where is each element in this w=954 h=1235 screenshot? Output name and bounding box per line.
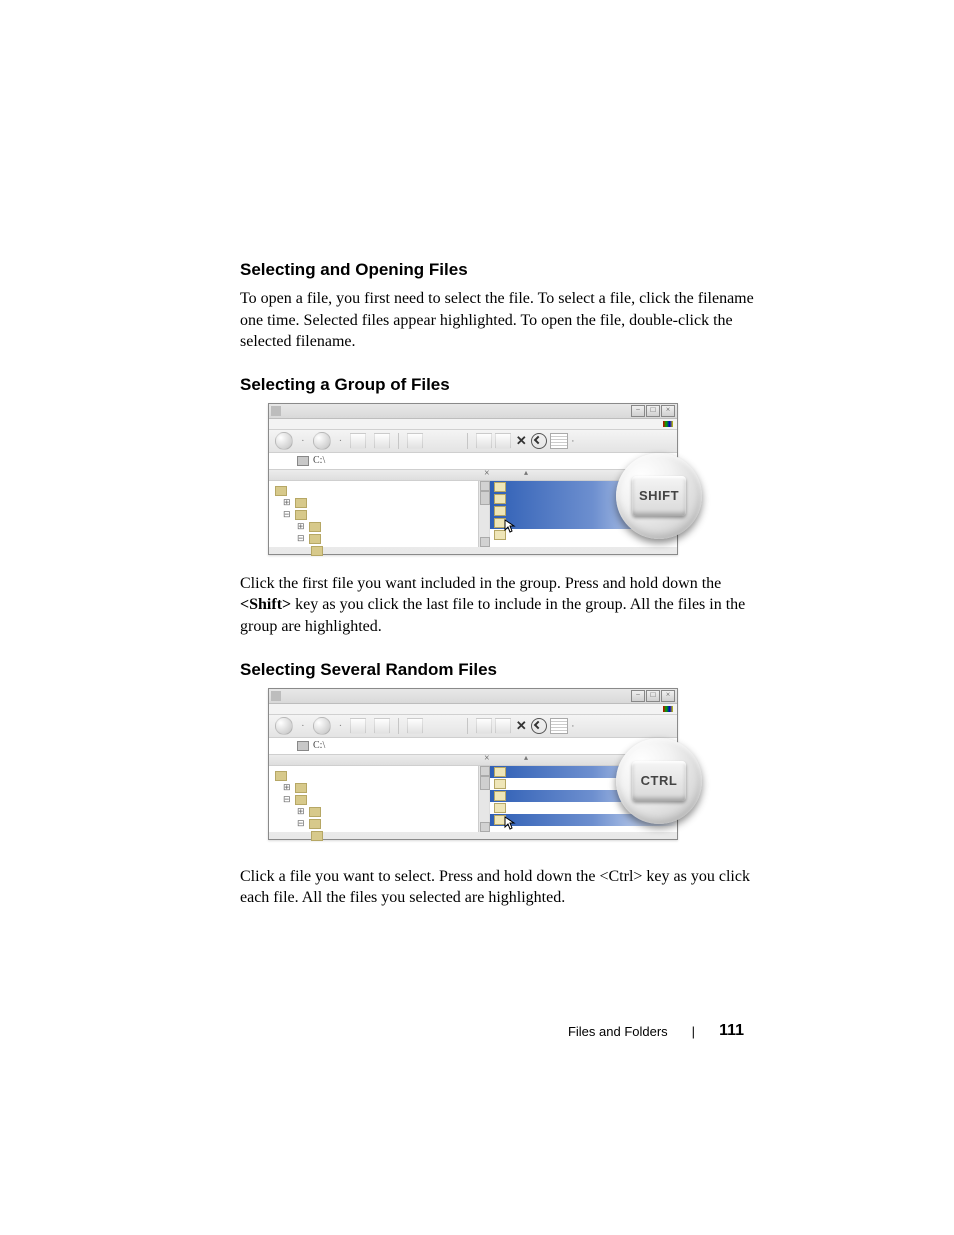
undo-icon[interactable] (531, 718, 547, 734)
explorer-titlebar: − □ × (269, 689, 677, 704)
move-icon[interactable] (495, 433, 511, 449)
folder-icon (494, 779, 506, 789)
delete-icon[interactable]: ✕ (514, 433, 528, 449)
views-icon[interactable] (550, 433, 568, 449)
folder-icon (309, 807, 321, 817)
minimize-icon[interactable]: − (631, 690, 645, 702)
mycomputer-icon (295, 498, 307, 508)
search-icon[interactable] (374, 718, 390, 734)
search-icon[interactable] (374, 433, 390, 449)
explorer-titlebar: − □ × (269, 404, 677, 419)
explorer-addressbar[interactable]: C:\ (269, 453, 677, 470)
move-icon[interactable] (495, 718, 511, 734)
explorer-toolbar: · · ✕ · (269, 715, 677, 738)
close-icon[interactable]: × (661, 405, 675, 417)
text-span: key as you click the last file to includ… (240, 596, 745, 635)
footer-section-title: Files and Folders (568, 1024, 668, 1039)
maximize-icon[interactable]: □ (646, 690, 660, 702)
ctrl-key-callout: CTRL (616, 738, 702, 824)
window-icon (271, 406, 281, 416)
explorer-menubar (269, 419, 677, 430)
drive-tree-icon (295, 510, 307, 520)
drive-icon (297, 741, 309, 751)
mycomputer-icon (295, 783, 307, 793)
explorer-splitter (269, 755, 677, 766)
shift-key-text: <Shift> (240, 596, 291, 613)
undo-icon[interactable] (531, 433, 547, 449)
folder-icon (311, 546, 323, 556)
heading-selecting-group: Selecting a Group of Files (240, 375, 754, 395)
folder-icon (309, 522, 321, 532)
copy-icon[interactable] (476, 433, 492, 449)
shift-key-callout: SHIFT (616, 453, 702, 539)
explorer-window: − □ × · · ✕ (268, 688, 678, 840)
folder-icon (494, 791, 506, 801)
toolbar-action-group: ✕ · (476, 718, 574, 734)
window-controls: − □ × (631, 405, 675, 417)
window-icon (271, 691, 281, 701)
explorer-window: − □ × · · ✕ (268, 403, 678, 555)
folder-icon (311, 831, 323, 841)
folder-icon (494, 803, 506, 813)
explorer-toolbar: · · ✕ · (269, 430, 677, 453)
folder-tree[interactable]: ⊞ ⊟ ⊞ ⊟ (269, 766, 490, 832)
folder-icon (494, 506, 506, 516)
paragraph-ctrl-select: Click a file you want to select. Press a… (240, 866, 754, 909)
heading-selecting-opening: Selecting and Opening Files (240, 260, 754, 280)
footer-divider: | (692, 1024, 695, 1039)
drive-tree-icon (295, 795, 307, 805)
cursor-icon (504, 519, 516, 533)
folder-icon (309, 534, 321, 544)
up-folder-icon[interactable] (350, 433, 366, 449)
figure-shift-selection: − □ × · · ✕ (268, 403, 688, 563)
shift-key-label: SHIFT (632, 476, 686, 516)
address-text: C:\ (313, 740, 325, 751)
heading-selecting-random: Selecting Several Random Files (240, 660, 754, 680)
delete-icon[interactable]: ✕ (514, 718, 528, 734)
folder-icon (309, 819, 321, 829)
document-page: Selecting and Opening Files To open a fi… (0, 0, 954, 1235)
paragraph-opening-files: To open a file, you first need to select… (240, 288, 754, 353)
copy-icon[interactable] (476, 718, 492, 734)
explorer-splitter (269, 470, 677, 481)
folders-icon[interactable] (407, 718, 423, 734)
footer-page-number: 111 (719, 1022, 744, 1040)
up-folder-icon[interactable] (350, 718, 366, 734)
forward-button-icon[interactable] (313, 717, 331, 735)
desktop-icon (275, 771, 287, 781)
text-span: Click the first file you want included i… (240, 575, 721, 592)
figure-ctrl-selection: − □ × · · ✕ (268, 688, 688, 848)
tree-scrollbar[interactable] (478, 481, 489, 547)
back-button-icon[interactable] (275, 432, 293, 450)
window-controls: − □ × (631, 690, 675, 702)
close-icon[interactable]: × (661, 690, 675, 702)
back-button-icon[interactable] (275, 717, 293, 735)
cursor-icon (504, 816, 516, 830)
desktop-icon (275, 486, 287, 496)
address-text: C:\ (313, 455, 325, 466)
folder-icon (494, 767, 506, 777)
folder-tree[interactable]: ⊞ ⊟ ⊞ ⊟ (269, 481, 490, 547)
page-footer: Files and Folders | 111 (0, 1022, 954, 1040)
folders-icon[interactable] (407, 433, 423, 449)
drive-icon (297, 456, 309, 466)
paragraph-shift-select: Click the first file you want included i… (240, 573, 754, 638)
views-icon[interactable] (550, 718, 568, 734)
ctrl-key-label: CTRL (632, 761, 686, 801)
explorer-menubar (269, 704, 677, 715)
folder-icon (494, 482, 506, 492)
toolbar-action-group: ✕ · (476, 433, 574, 449)
maximize-icon[interactable]: □ (646, 405, 660, 417)
minimize-icon[interactable]: − (631, 405, 645, 417)
forward-button-icon[interactable] (313, 432, 331, 450)
tree-scrollbar[interactable] (478, 766, 489, 832)
folder-icon (494, 494, 506, 504)
explorer-addressbar[interactable]: C:\ (269, 738, 677, 755)
